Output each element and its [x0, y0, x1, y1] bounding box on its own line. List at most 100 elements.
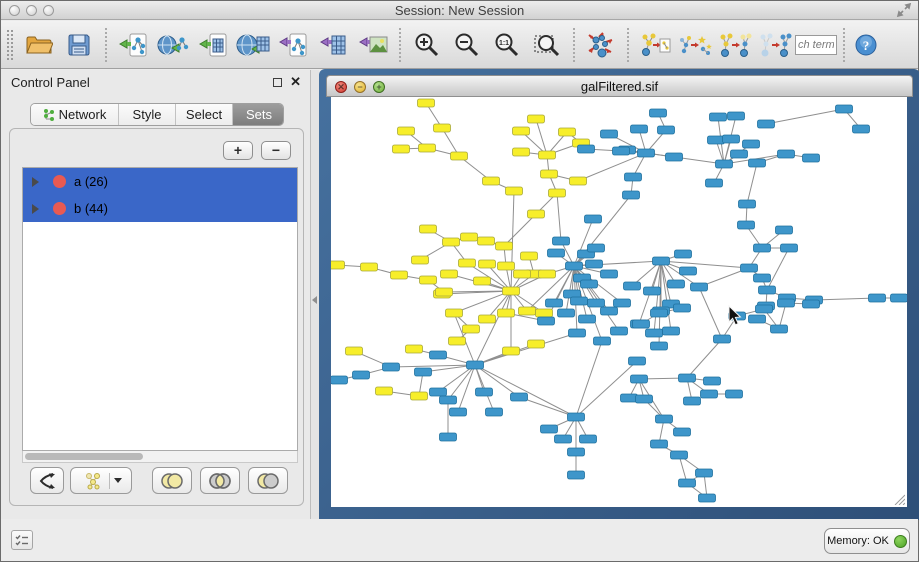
- graph-node[interactable]: [594, 337, 611, 345]
- graph-node[interactable]: [651, 440, 668, 448]
- graph-node[interactable]: [759, 286, 776, 294]
- graph-node[interactable]: [656, 415, 673, 423]
- save-session-icon[interactable]: [59, 26, 99, 64]
- graph-node[interactable]: [498, 262, 515, 270]
- graph-node[interactable]: [699, 494, 716, 502]
- graph-node[interactable]: [749, 315, 766, 323]
- graph-node[interactable]: [621, 394, 638, 402]
- graph-node[interactable]: [549, 189, 566, 197]
- graph-node[interactable]: [434, 124, 451, 132]
- graph-node[interactable]: [418, 99, 435, 107]
- graph-node[interactable]: [706, 179, 723, 187]
- graph-node[interactable]: [631, 125, 648, 133]
- graph-edge[interactable]: [574, 219, 593, 266]
- graph-node[interactable]: [716, 160, 733, 168]
- graph-node[interactable]: [506, 187, 523, 195]
- graph-node[interactable]: [511, 393, 528, 401]
- graph-node[interactable]: [346, 347, 363, 355]
- search-input[interactable]: [795, 35, 837, 55]
- graph-node[interactable]: [869, 294, 886, 302]
- select-from-network-icon[interactable]: [675, 26, 715, 64]
- memory-status-button[interactable]: Memory: OK: [824, 528, 910, 554]
- tab-sets[interactable]: Sets: [233, 104, 284, 125]
- graph-node[interactable]: [498, 309, 515, 317]
- graph-node[interactable]: [451, 152, 468, 160]
- set-row-b[interactable]: b (44): [23, 195, 297, 222]
- float-panel-icon[interactable]: [273, 78, 282, 87]
- union-sets-button[interactable]: [152, 467, 192, 494]
- graph-node[interactable]: [803, 300, 820, 308]
- graph-node[interactable]: [741, 264, 758, 272]
- graph-node[interactable]: [653, 257, 670, 265]
- graph-node[interactable]: [539, 270, 556, 278]
- graph-node[interactable]: [496, 242, 513, 250]
- apply-preferred-layout-icon[interactable]: [581, 26, 621, 64]
- graph-node[interactable]: [625, 173, 642, 181]
- panel-divider[interactable]: [311, 70, 319, 519]
- graph-node[interactable]: [446, 309, 463, 317]
- graph-node[interactable]: [644, 287, 661, 295]
- expand-caret-icon[interactable]: [32, 204, 39, 214]
- zoom-in-icon[interactable]: [407, 26, 447, 64]
- graph-node[interactable]: [571, 297, 588, 305]
- graph-node[interactable]: [461, 233, 478, 241]
- fullscreen-icon[interactable]: [896, 3, 912, 18]
- graph-node[interactable]: [853, 125, 870, 133]
- graph-node[interactable]: [503, 347, 520, 355]
- graph-node[interactable]: [754, 274, 771, 282]
- graph-node[interactable]: [503, 287, 520, 295]
- graph-node[interactable]: [601, 270, 618, 278]
- graph-node[interactable]: [738, 221, 755, 229]
- tab-select[interactable]: Select: [176, 104, 233, 125]
- open-file-icon[interactable]: [19, 26, 59, 64]
- graph-node[interactable]: [440, 396, 457, 404]
- task-history-button[interactable]: [11, 530, 33, 550]
- graph-node[interactable]: [601, 130, 618, 138]
- graph-node[interactable]: [756, 305, 773, 313]
- graph-node[interactable]: [353, 371, 370, 379]
- graph-edge[interactable]: [646, 153, 724, 164]
- graph-node[interactable]: [376, 387, 393, 395]
- difference-sets-button[interactable]: [248, 467, 288, 494]
- graph-edge[interactable]: [767, 248, 789, 290]
- graph-node[interactable]: [731, 150, 748, 158]
- graph-node[interactable]: [674, 428, 691, 436]
- graph-node[interactable]: [541, 170, 558, 178]
- graph-node[interactable]: [476, 388, 493, 396]
- zoom-fit-selected-icon[interactable]: [527, 26, 567, 64]
- graph-node[interactable]: [613, 147, 630, 155]
- graph-node[interactable]: [749, 159, 766, 167]
- graph-node[interactable]: [739, 200, 756, 208]
- network-canvas[interactable]: [331, 97, 907, 507]
- graph-edge[interactable]: [814, 298, 877, 300]
- graph-node[interactable]: [420, 225, 437, 233]
- graph-node[interactable]: [513, 148, 530, 156]
- graph-node[interactable]: [541, 425, 558, 433]
- expand-caret-icon[interactable]: [32, 177, 39, 187]
- graph-node[interactable]: [479, 315, 496, 323]
- zoom-actual-size-icon[interactable]: 1:1: [487, 26, 527, 64]
- graph-node[interactable]: [651, 309, 668, 317]
- graph-node[interactable]: [539, 151, 556, 159]
- graph-edge[interactable]: [687, 339, 722, 378]
- import-table-url-icon[interactable]: [233, 26, 273, 64]
- graph-node[interactable]: [570, 177, 587, 185]
- graph-node[interactable]: [580, 435, 597, 443]
- graph-edge[interactable]: [557, 193, 561, 241]
- graph-node[interactable]: [803, 154, 820, 162]
- graph-node[interactable]: [611, 327, 628, 335]
- graph-node[interactable]: [636, 395, 653, 403]
- graph-node[interactable]: [450, 408, 467, 416]
- network-canvas-svg[interactable]: [331, 97, 907, 507]
- graph-node[interactable]: [412, 256, 429, 264]
- graph-node[interactable]: [406, 345, 423, 353]
- graph-node[interactable]: [758, 120, 775, 128]
- graph-node[interactable]: [393, 145, 410, 153]
- graph-node[interactable]: [528, 210, 545, 218]
- graph-node[interactable]: [601, 307, 618, 315]
- graph-node[interactable]: [679, 374, 696, 382]
- export-image-icon[interactable]: [353, 26, 393, 64]
- graph-node[interactable]: [430, 388, 447, 396]
- graph-node[interactable]: [671, 451, 688, 459]
- graph-edge[interactable]: [475, 333, 577, 365]
